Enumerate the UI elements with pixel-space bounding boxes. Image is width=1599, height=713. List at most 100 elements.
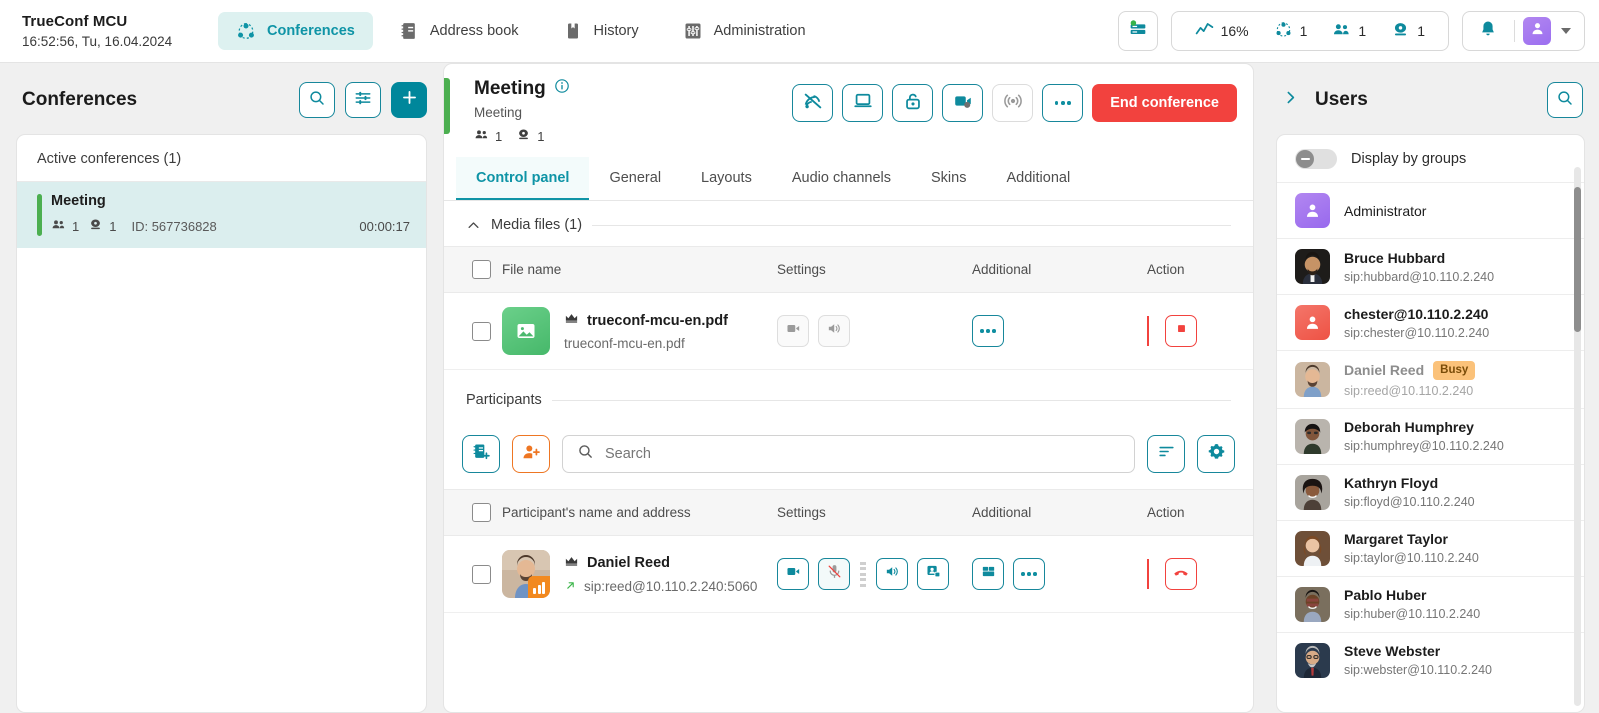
users-sidebar: Users Display by groups Administrator Br… [1260, 63, 1599, 713]
scrollbar[interactable] [1574, 167, 1581, 706]
nav-item-administration[interactable]: Administration [665, 12, 824, 50]
mic-off-broadcast-icon [802, 90, 824, 117]
sort-button[interactable] [1147, 435, 1185, 473]
participant-row-additional-cell [972, 558, 1147, 590]
participants-settings-button[interactable] [1197, 435, 1235, 473]
invite-from-address-book-button[interactable] [462, 435, 500, 473]
meeting-subtitle: Meeting [474, 105, 523, 120]
tab-additional[interactable]: Additional [986, 157, 1090, 200]
select-all-media-checkbox[interactable] [471, 260, 491, 279]
list-item[interactable]: Administrator [1277, 182, 1584, 238]
tab-general[interactable]: General [589, 157, 681, 200]
mute-all-button[interactable] [792, 84, 834, 122]
conference-duration: 00:00:17 [359, 218, 410, 234]
list-item[interactable]: Steve Webster sip:webster@10.110.2.240 [1277, 631, 1584, 688]
meeting-identity: Meeting Meeting 1 1 [464, 78, 570, 145]
video-record-icon [952, 90, 974, 117]
meeting-title: Meeting [474, 78, 546, 99]
stat-cpu[interactable]: 16% [1186, 20, 1258, 42]
hangup-button[interactable] [1165, 558, 1197, 590]
media-file-name: trueconf-mcu-en.pdf [587, 312, 728, 329]
stat-conferences-value: 1 [1299, 23, 1308, 39]
conferences-panel: Active conferences (1) Meeting 1 1 ID: 5… [16, 134, 427, 713]
select-all-participants-cell [460, 503, 502, 522]
user-sip: sip:hubbard@10.110.2.240 [1344, 269, 1495, 284]
user-name: Bruce Hubbard [1344, 249, 1446, 266]
administration-icon [683, 21, 703, 41]
display-by-groups-toggle[interactable] [1295, 149, 1337, 169]
chevron-right-icon[interactable] [1282, 89, 1299, 111]
search-input[interactable] [605, 446, 1120, 462]
nav-label-administration: Administration [713, 23, 806, 39]
tab-layouts[interactable]: Layouts [681, 157, 772, 200]
nav-item-address-book[interactable]: Address book [381, 12, 537, 50]
participant-row-checkbox[interactable] [471, 564, 491, 584]
list-item[interactable]: Daniel Reed Busy sip:reed@10.110.2.240 [1277, 350, 1584, 408]
sort-icon [1157, 442, 1176, 466]
file-more-button[interactable] [972, 315, 1004, 347]
invite-user-button[interactable] [512, 435, 550, 473]
volume-button[interactable] [876, 558, 908, 590]
participant-more-button[interactable] [1013, 558, 1045, 590]
tab-skins[interactable]: Skins [911, 157, 986, 200]
podium-button[interactable] [917, 558, 949, 590]
streaming-button[interactable] [992, 84, 1034, 122]
select-all-participants-checkbox[interactable] [471, 503, 491, 522]
scrollbar-thumb[interactable] [1574, 187, 1581, 332]
toggle-video-button[interactable] [777, 558, 809, 590]
list-item[interactable]: Margaret Taylor sip:taylor@10.110.2.240 [1277, 519, 1584, 576]
tab-control-panel[interactable]: Control panel [456, 157, 590, 200]
participant-row-settings-cell [777, 558, 972, 590]
stat-endpoints[interactable]: 1 [1382, 20, 1434, 42]
more-options-button[interactable] [1042, 84, 1084, 122]
end-conference-button[interactable]: End conference [1092, 84, 1237, 122]
search-button[interactable] [299, 82, 335, 118]
toggle-mic-button[interactable] [818, 558, 850, 590]
conference-list-item[interactable]: Meeting 1 1 ID: 567736828 00:00:17 [17, 182, 426, 248]
media-row-checkbox[interactable] [471, 321, 491, 341]
list-item[interactable]: Pablo Huber sip:huber@10.110.2.240 [1277, 575, 1584, 632]
file-video-button[interactable] [777, 315, 809, 347]
crown-icon [564, 311, 579, 330]
list-item[interactable]: Deborah Humphrey sip:humphrey@10.110.2.2… [1277, 407, 1584, 464]
file-audio-button[interactable] [818, 315, 850, 347]
user-name: Pablo Huber [1344, 587, 1427, 604]
filter-button[interactable] [345, 82, 381, 118]
user-name: chester@10.110.2.240 [1344, 305, 1489, 322]
record-video-button[interactable] [942, 84, 984, 122]
list-item[interactable]: Kathryn Floyd sip:floyd@10.110.2.240 [1277, 463, 1584, 520]
participants-search[interactable] [562, 435, 1135, 473]
tab-audio-channels[interactable]: Audio channels [772, 157, 911, 200]
stop-file-button[interactable] [1165, 315, 1197, 347]
image-file-icon [502, 307, 550, 355]
presentation-button[interactable] [842, 84, 884, 122]
avatar[interactable] [1523, 17, 1551, 45]
table-row[interactable]: Daniel Reed sip:reed@10.110.2.240:5060 [444, 536, 1253, 613]
chevron-down-icon[interactable] [1561, 28, 1571, 34]
chevron-up-icon[interactable] [466, 218, 481, 233]
participant-row-select-cell [460, 564, 502, 584]
list-item[interactable]: chester@10.110.2.240 sip:chester@10.110.… [1277, 294, 1584, 350]
volume-slider-handle[interactable] [859, 561, 867, 587]
user-sip: sip:webster@10.110.2.240 [1344, 663, 1492, 678]
address-book-icon [399, 21, 419, 41]
media-row-action-cell [1147, 315, 1237, 347]
user-name: Kathryn Floyd [1344, 475, 1439, 492]
nav-item-history[interactable]: History [545, 12, 657, 50]
table-row[interactable]: trueconf-mcu-en.pdf trueconf-mcu-en.pdf [444, 293, 1253, 370]
display-by-groups-row[interactable]: Display by groups [1277, 135, 1584, 182]
nav-item-conferences[interactable]: Conferences [218, 12, 373, 50]
info-icon[interactable] [554, 78, 570, 100]
stat-conferences[interactable]: 1 [1265, 20, 1317, 42]
layout-button[interactable] [972, 558, 1004, 590]
notifications-button[interactable] [1470, 13, 1506, 49]
add-conference-button[interactable] [391, 82, 427, 118]
users-search-button[interactable] [1547, 82, 1583, 118]
list-item[interactable]: Bruce Hubbard sip:hubbard@10.110.2.240 [1277, 238, 1584, 294]
lock-conference-button[interactable] [892, 84, 934, 122]
conferences-sidebar: Conferences Active conferences (1) Meeti… [0, 63, 443, 713]
control-panel-body: Media files (1) File name Settings Addit… [444, 201, 1253, 712]
stat-participants[interactable]: 1 [1323, 20, 1375, 42]
user-name-text: Daniel Reed [1344, 362, 1425, 379]
server-status-button[interactable] [1117, 11, 1158, 51]
